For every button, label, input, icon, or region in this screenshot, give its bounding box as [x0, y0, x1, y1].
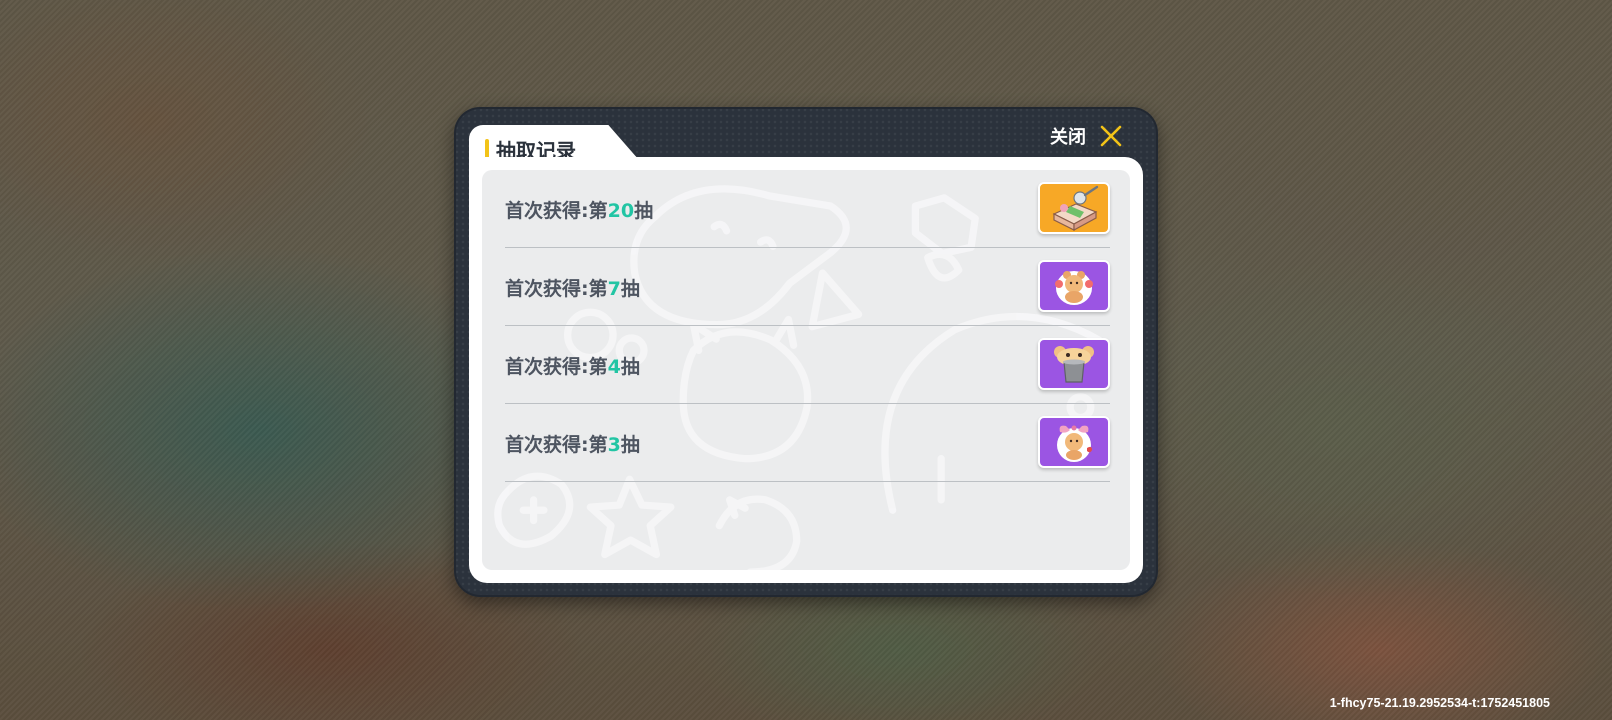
record-row: 首次获得:第20抽	[505, 170, 1110, 248]
gift-box-icon[interactable]	[1038, 182, 1110, 234]
record-row: 首次获得:第7抽	[505, 248, 1110, 326]
close-button[interactable]: 关闭	[1050, 121, 1122, 151]
record-prefix: 首次获得:第	[505, 434, 608, 456]
record-prefix: 首次获得:第	[505, 200, 608, 222]
record-draw-number: 3	[607, 434, 621, 456]
record-text: 首次获得:第7抽	[505, 274, 640, 301]
record-prefix: 首次获得:第	[505, 278, 608, 300]
record-draw-number: 4	[607, 356, 621, 378]
build-id: 1-fhcy75-21.19.2952534-t:1752451805	[1329, 696, 1550, 710]
bear-bow-icon[interactable]	[1038, 416, 1110, 468]
record-suffix: 抽	[620, 356, 640, 378]
draw-record-dialog: 抽取记录 关闭 首次获得:第20抽 首次获得:第7抽 首次获得:第4抽 首次获得…	[454, 107, 1158, 597]
bear-trashcan-icon[interactable]	[1038, 338, 1110, 390]
record-panel: 首次获得:第20抽 首次获得:第7抽 首次获得:第4抽 首次获得:第3抽	[482, 170, 1130, 570]
record-prefix: 首次获得:第	[505, 356, 608, 378]
close-icon	[1100, 125, 1122, 147]
record-suffix: 抽	[620, 434, 640, 456]
record-text: 首次获得:第4抽	[505, 352, 640, 379]
record-row: 首次获得:第3抽	[505, 404, 1110, 482]
bear-balloon-icon[interactable]	[1038, 260, 1110, 312]
title-marker	[485, 139, 489, 159]
record-suffix: 抽	[620, 278, 640, 300]
record-suffix: 抽	[634, 200, 654, 222]
record-draw-number: 7	[607, 278, 621, 300]
record-text: 首次获得:第3抽	[505, 430, 640, 457]
record-draw-number: 20	[607, 200, 635, 222]
record-list: 首次获得:第20抽 首次获得:第7抽 首次获得:第4抽 首次获得:第3抽	[505, 170, 1110, 482]
close-label: 关闭	[1050, 127, 1086, 148]
record-text: 首次获得:第20抽	[505, 196, 653, 223]
content-panel: 首次获得:第20抽 首次获得:第7抽 首次获得:第4抽 首次获得:第3抽	[469, 157, 1143, 583]
record-row: 首次获得:第4抽	[505, 326, 1110, 404]
